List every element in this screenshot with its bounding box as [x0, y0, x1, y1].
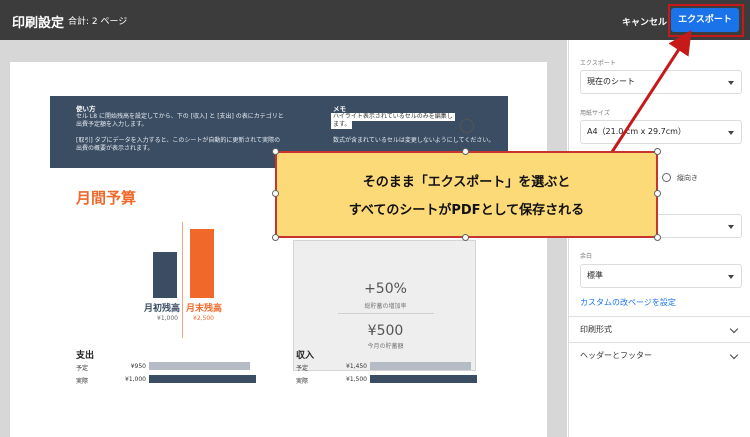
callout-line2: すべてのシートがPDFとして保存される [348, 203, 585, 218]
memo-text: 数式が含まれているセルは変更しないようにしてください。 [333, 137, 495, 144]
custom-page-break-link[interactable]: カスタムの改ページを設定 [580, 297, 676, 308]
print-format-label: 印刷形式 [580, 325, 612, 334]
callout-line1: そのまま「エクスポート」を選ぶと [362, 175, 571, 190]
cancel-button[interactable]: キャンセル [622, 15, 667, 28]
expense-actual-label: 実際 [76, 378, 89, 385]
resize-handle[interactable] [272, 148, 279, 155]
header-footer-section[interactable]: ヘッダーとフッター [569, 342, 750, 368]
end-balance-label: 月末残高 [186, 304, 223, 314]
paper-size-select[interactable]: A4（21.0 cm x 29.7cm） [580, 120, 742, 144]
top-bar: 印刷設定 合計: 2 ページ キャンセル エクスポート [0, 0, 750, 40]
margin-select[interactable]: 標準 [580, 264, 742, 288]
end-balance-value: ¥2,500 [193, 315, 214, 322]
page-count: 合計: 2 ページ [68, 17, 128, 27]
paper-size-label: 用紙サイズ [580, 110, 610, 117]
income-actual-bar [370, 375, 477, 383]
paper-size-value: A4（21.0 cm x 29.7cm） [587, 127, 686, 136]
monthly-savings-caption: 今月の貯蓄額 [367, 343, 404, 350]
end-balance-bar [190, 229, 214, 298]
resize-handle[interactable] [462, 234, 469, 241]
cursor-icon [460, 119, 474, 133]
export-scope-value: 現在のシート [587, 77, 635, 86]
usage-text: [取引] タブにデータを入力すると、このシートが自動的に更新されて実際の [76, 137, 281, 144]
expense-plan-bar [149, 362, 250, 370]
print-format-section[interactable]: 印刷形式 [569, 316, 750, 342]
chevron-down-icon [729, 350, 739, 360]
income-actual-amount: ¥1,500 [346, 376, 367, 383]
resize-handle[interactable] [272, 234, 279, 241]
export-scope-select[interactable]: 現在のシート [580, 70, 742, 94]
caret-down-icon [728, 81, 734, 85]
usage-text: セル L8 に開始残高を設定してから、下の [収入] と [支出] の表にカテゴ… [76, 113, 284, 120]
savings-increase-caption: 総貯蓄の増加率 [364, 303, 407, 310]
expense-actual-bar [149, 375, 256, 383]
start-balance-label: 月初残高 [144, 304, 181, 314]
income-actual-label: 実際 [296, 378, 309, 385]
page-title: 印刷設定 [12, 16, 65, 31]
income-plan-label: 予定 [296, 365, 309, 372]
export-scope-label: エクスポート [580, 60, 616, 67]
kpi-box: +50% 総貯蓄の増加率 ¥500 今月の貯蓄額 [293, 240, 476, 371]
usage-title: 使い方 [76, 105, 96, 113]
bar-divider [182, 222, 183, 338]
portrait-radio[interactable] [662, 173, 671, 182]
expense-plan-label: 予定 [76, 365, 89, 372]
resize-handle[interactable] [272, 190, 279, 197]
income-title: 収入 [296, 351, 315, 361]
caret-down-icon [728, 275, 734, 279]
resize-handle[interactable] [654, 190, 661, 197]
resize-handle[interactable] [654, 148, 661, 155]
kpi-divider [338, 313, 434, 314]
margin-value: 標準 [587, 271, 603, 280]
income-plan-bar [370, 362, 471, 370]
memo-title: メモ [333, 105, 346, 113]
savings-increase-value: +50% [364, 281, 407, 297]
caret-down-icon [728, 225, 734, 229]
portrait-label: 縦向き [677, 174, 698, 182]
resize-handle[interactable] [654, 234, 661, 241]
income-plan-amount: ¥1,450 [346, 363, 367, 370]
expense-actual-amount: ¥1,000 [125, 376, 146, 383]
usage-text: 出費の概要が表示されます。 [76, 145, 154, 152]
chevron-down-icon [729, 324, 739, 334]
margin-label: 余白 [580, 253, 593, 260]
export-highlight-frame [668, 4, 744, 37]
memo-text: ハイライト表示されているセルのみを編集し [331, 113, 455, 121]
header-footer-label: ヘッダーとフッター [580, 351, 652, 360]
usage-text: 出費予定額を入力します。 [76, 121, 148, 128]
resize-handle[interactable] [462, 148, 469, 155]
expense-title: 支出 [76, 351, 95, 361]
start-balance-bar [153, 252, 177, 298]
expense-plan-amount: ¥950 [130, 363, 146, 370]
print-preview[interactable]: 使い方 セル L8 に開始残高を設定してから、下の [収入] と [支出] の表… [0, 40, 567, 437]
memo-text: ます。 [331, 121, 353, 129]
caret-down-icon [728, 131, 734, 135]
start-balance-value: ¥1,000 [157, 315, 178, 322]
monthly-budget-title: 月間予算 [76, 189, 137, 207]
monthly-savings-value: ¥500 [367, 323, 404, 339]
callout-box: そのまま「エクスポート」を選ぶと すべてのシートがPDFとして保存される [275, 151, 658, 238]
